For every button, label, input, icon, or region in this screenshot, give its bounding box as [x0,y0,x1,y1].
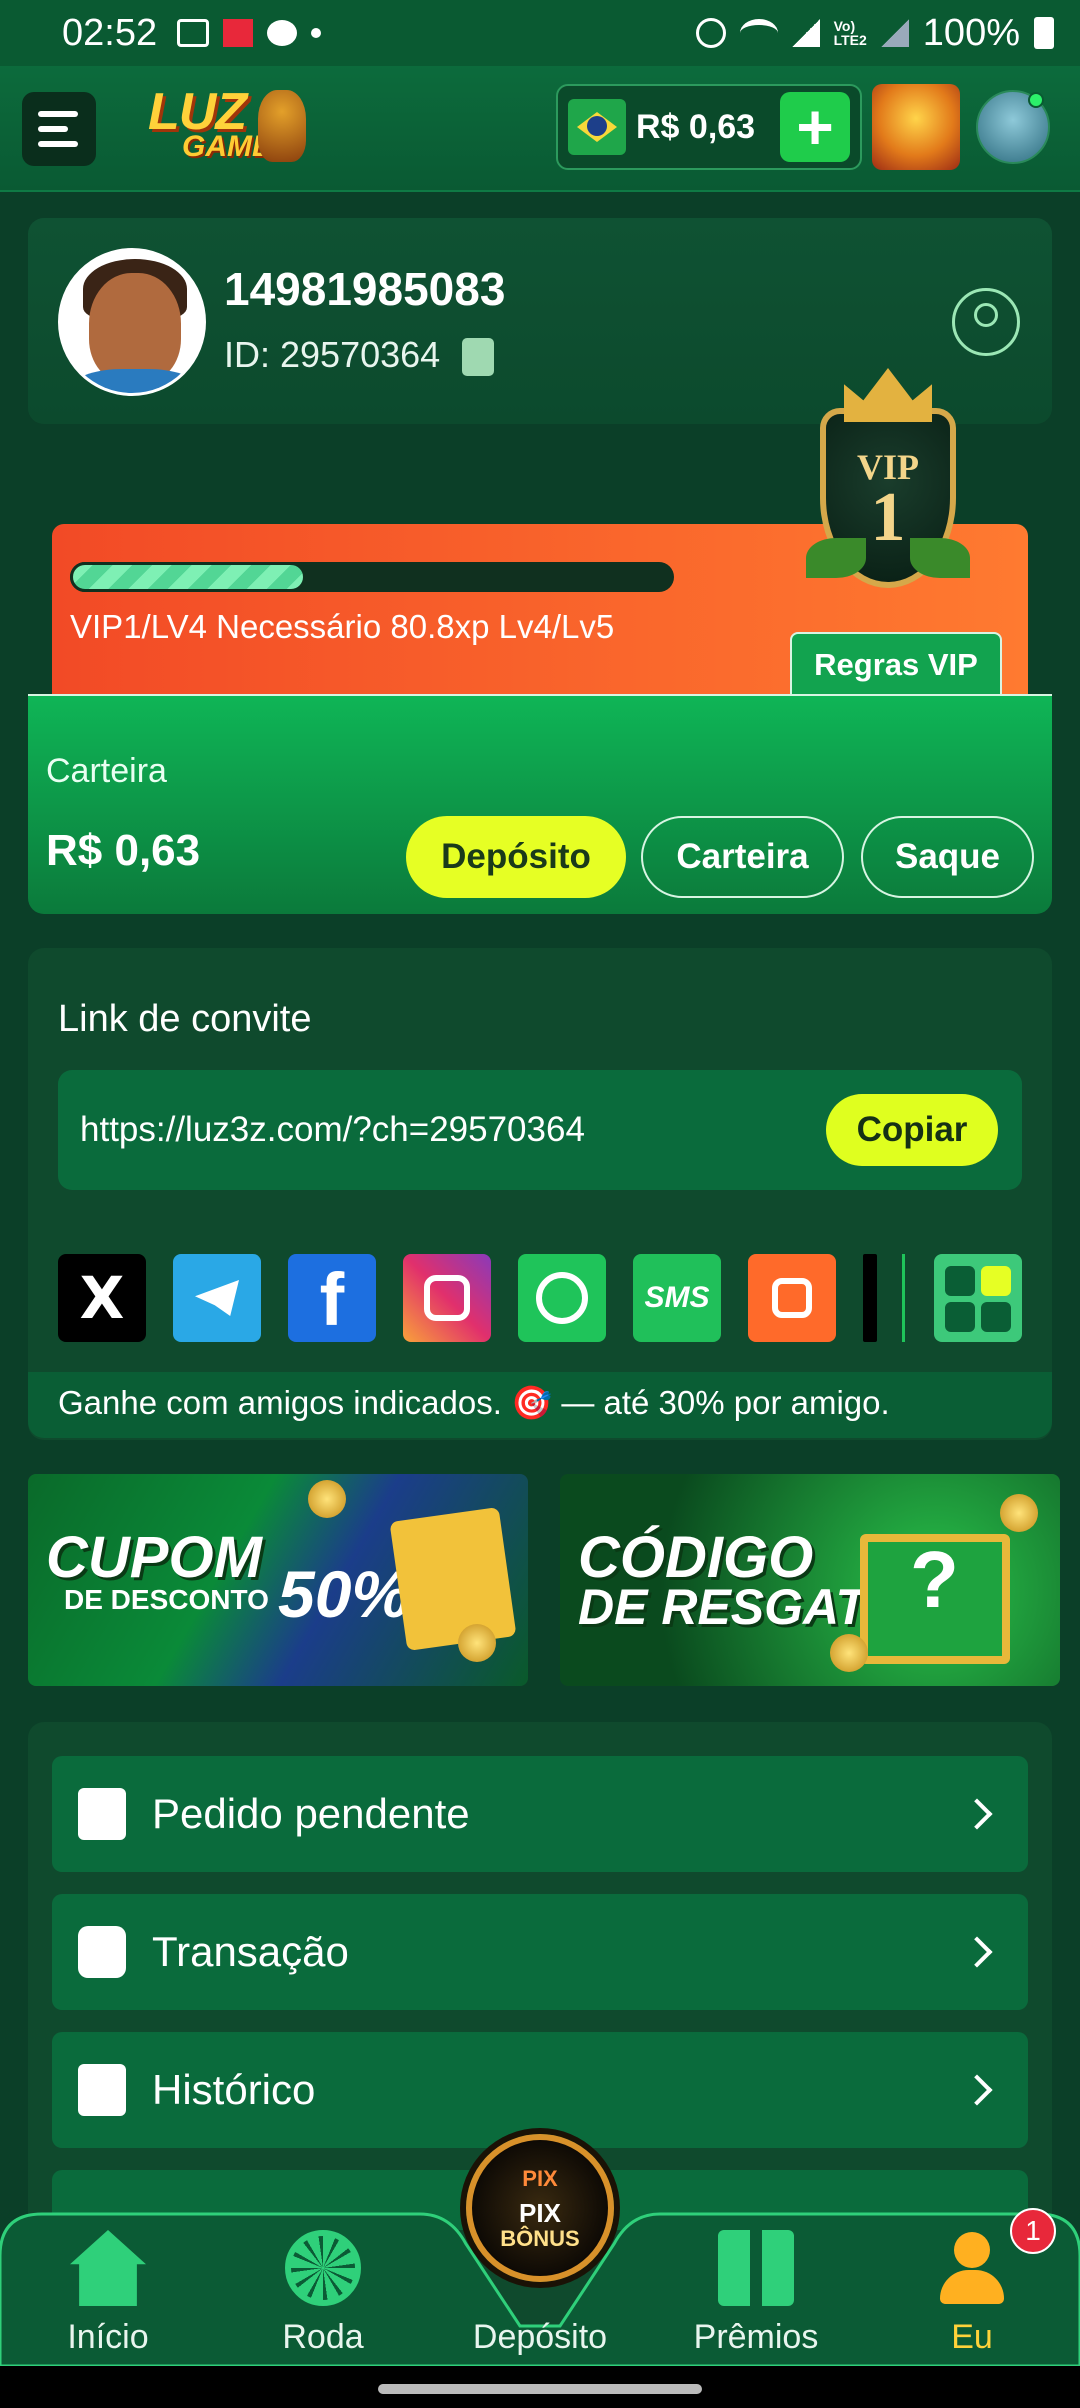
coupon-title: CUPOM [46,1525,262,1590]
header-balance[interactable]: R$ 0,63 + [556,84,862,170]
profile-user-id: ID: 29570364 [224,334,441,375]
wifi-icon [739,19,778,47]
telegram-icon[interactable] [173,1254,261,1342]
nav-label: Prêmios [693,2318,819,2356]
menu-item-pending-orders[interactable]: Pedido pendente [52,1756,1028,1872]
home-icon [70,2230,146,2306]
status-notification-icons [177,19,322,47]
home-indicator[interactable] [378,2384,702,2394]
vip-rules-button[interactable]: Regras VIP [790,632,1002,696]
instagram-icon[interactable] [403,1254,491,1342]
ticket-icon [389,1506,517,1652]
chevron-right-icon [961,1798,993,1830]
menu-item-transactions[interactable]: Transação [52,1894,1028,2010]
chevron-right-icon [961,2074,993,2106]
pix-top-text: PIX [522,2166,558,2191]
menu-item-label: Transação [152,1928,349,1975]
redeem-code-banner[interactable]: CÓDIGO DE RESGATE ? [560,1474,1060,1686]
status-bar: 02:52 Vo) LTE2 100% [0,0,1080,66]
sms-icon[interactable]: SMS [633,1254,721,1342]
copy-id-icon[interactable] [462,338,494,376]
pix-text: PIX [519,2198,561,2228]
menu-item-label: Pedido pendente [152,1790,470,1837]
menu-button[interactable] [22,92,96,166]
vip-badge-level: 1 [870,479,906,556]
history-icon [78,2064,126,2116]
signal-icon [791,19,820,47]
redeem-subtitle: DE RESGATE [578,1579,900,1635]
facebook-icon[interactable]: f [288,1254,376,1342]
more-apps-icon[interactable] [934,1254,1022,1342]
whatsapp-icon[interactable] [518,1254,606,1342]
x-icon[interactable]: X [58,1254,146,1342]
nav-label: Eu [951,2318,993,2356]
copy-link-button[interactable]: Copiar [826,1094,998,1166]
wallet-button[interactable]: Carteira [641,816,844,898]
chevron-right-icon [961,1936,993,1968]
share-divider [902,1254,905,1342]
withdraw-button[interactable]: Saque [861,816,1034,898]
kwai-icon[interactable] [748,1254,836,1342]
deposit-button[interactable]: Depósito [406,816,626,898]
coupon-banner[interactable]: CUPOM DE DESCONTO 50% [28,1474,528,1686]
app-logo[interactable]: LUZ GAMES [140,82,310,172]
status-time: 02:52 [62,11,158,54]
treasure-chest-icon[interactable] [872,84,960,170]
volte-icon: Vo) LTE2 [833,18,867,48]
clipboard-coins-icon [78,1788,126,1840]
nav-home[interactable]: Início [8,2230,208,2360]
nav-wheel[interactable]: Roda [223,2230,423,2360]
user-edit-icon [974,303,998,327]
menu-item-history[interactable]: Histórico [52,2032,1028,2148]
invite-title: Link de convite [58,998,312,1040]
nav-label: Início [67,2318,149,2356]
vip-progress-fill [70,562,306,592]
wallet-amount: R$ 0,63 [46,826,201,875]
app-notification-icon [223,19,254,47]
menu-item-label: Histórico [152,2066,316,2113]
invite-link[interactable]: https://luz3z.com/?ch=29570364 [80,1110,585,1150]
vip-requirement-text: VIP1/LV4 Necessário 80.8xp Lv4/Lv5 [70,608,615,645]
coupon-subtitle: DE DESCONTO [64,1584,269,1615]
bonus-text: BÔNUS [500,2226,580,2251]
profile-username: 14981985083 [224,263,506,315]
nav-label: Depósito [472,2318,608,2356]
referral-note: Ganhe com amigos indicados. 🎯 — até 30% … [58,1384,890,1421]
coupon-percent: 50% [278,1557,411,1631]
chat-icon [267,20,298,46]
edit-profile-button[interactable] [952,288,1020,356]
crown-icon [844,368,932,422]
vip-level-badge: VIP 1 [806,368,970,626]
alarm-icon [695,18,726,48]
user-icon [934,2230,1010,2306]
nav-label: Roda [282,2318,364,2356]
signal-icon-2 [880,19,909,47]
pix-bonus-button[interactable]: PIX PIX BÔNUS [466,2134,614,2282]
brazil-flag-icon [568,99,626,155]
gallery-icon [177,19,210,47]
profile-avatar[interactable] [58,248,206,396]
nav-prizes[interactable]: Prêmios [656,2230,856,2360]
header-balance-amount: R$ 0,63 [636,107,756,146]
gift-icon [718,2230,794,2306]
wheel-icon [285,2230,361,2306]
more-notifications-icon [311,28,322,38]
redeem-question-mark: ? [910,1535,959,1624]
online-indicator [1028,92,1044,108]
wallet-icon [78,1926,126,1978]
battery-icon [1034,17,1054,49]
tiktok-icon[interactable] [863,1254,877,1342]
logo-mascot-icon [258,90,306,162]
battery-percent: 100% [922,11,1020,54]
add-funds-button[interactable]: + [780,92,850,162]
notification-badge: 1 [1010,2208,1056,2254]
wallet-label: Carteira [46,752,167,790]
